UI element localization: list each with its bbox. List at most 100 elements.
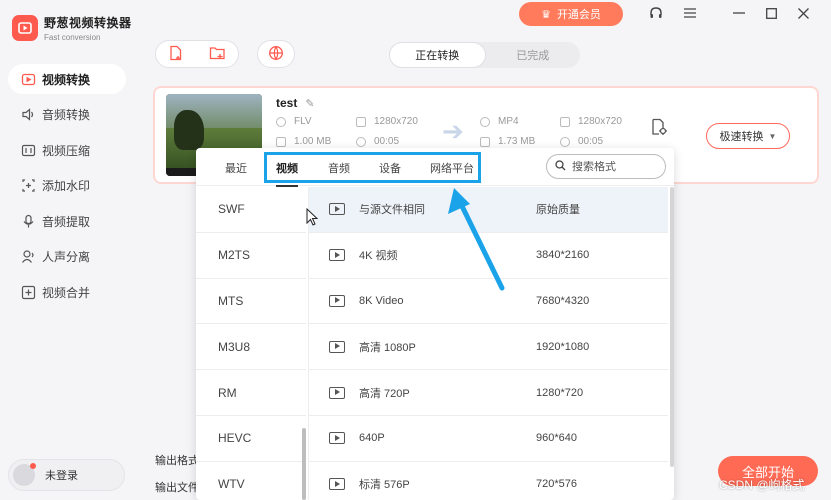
src-format-value: FLV xyxy=(294,116,312,127)
login-label: 未登录 xyxy=(45,470,78,482)
add-folder-icon[interactable] xyxy=(209,45,226,64)
format-icon xyxy=(480,116,490,127)
headset-icon[interactable] xyxy=(647,4,665,22)
sidebar-item-audio-convert[interactable]: 音频转换 xyxy=(8,100,126,130)
resolution-quality: 1920*1080 xyxy=(536,340,590,353)
minimize-icon[interactable] xyxy=(730,4,748,22)
add-files-group xyxy=(155,40,239,68)
close-icon[interactable] xyxy=(794,4,812,22)
sidebar-item-video-compress[interactable]: 视频压缩 xyxy=(8,135,126,165)
resolution-quality: 1280*720 xyxy=(536,386,584,399)
format-list: SWF M2TS MTS M3U8 RM HEVC WTV xyxy=(196,187,306,500)
video-file-icon xyxy=(329,432,345,445)
format-tabs: 最近 视频 音频 设备 网络平台 xyxy=(196,148,674,187)
annotation-arrow-icon xyxy=(448,188,505,291)
tabs-highlight-box xyxy=(264,152,481,183)
convert-arrow-icon: ➔ xyxy=(442,116,464,146)
resolution-quality: 720*576 xyxy=(536,478,577,491)
vip-button[interactable]: ♛ 开通会员 xyxy=(519,2,623,26)
maximize-icon[interactable] xyxy=(762,4,780,22)
resolution-name: 640P xyxy=(359,432,385,445)
task-name: test ✎ xyxy=(276,96,315,110)
src-resolution-value: 1280x720 xyxy=(374,116,418,127)
app-logo-icon xyxy=(12,15,38,41)
resolution-item[interactable]: 高清 720P 1280*720 xyxy=(309,370,668,416)
resolution-icon xyxy=(356,116,366,127)
sidebar-item-audio-extract[interactable]: 音频提取 xyxy=(8,206,126,236)
dst-format-value: MP4 xyxy=(498,116,519,127)
sidebar-nav: 视频转换 音频转换 视频压缩 添加水印 音频提取 人声分离 视频合并 xyxy=(8,64,126,313)
format-icon xyxy=(276,116,286,127)
audio-extract-icon xyxy=(20,213,36,229)
resolution-icon xyxy=(560,116,570,127)
video-file-icon xyxy=(329,386,345,399)
file-size-icon xyxy=(276,136,286,147)
resolution-quality: 7680*4320 xyxy=(536,294,590,307)
watermark-icon xyxy=(20,178,36,194)
sidebar-item-label: 音频转换 xyxy=(42,108,91,122)
sidebar-item-label: 人声分离 xyxy=(42,250,91,264)
output-settings-icon[interactable] xyxy=(650,118,668,136)
edit-icon[interactable]: ✎ xyxy=(305,97,314,110)
web-download-button[interactable] xyxy=(257,40,295,68)
resolution-quality: 960*640 xyxy=(536,432,577,445)
format-popup: 最近 视频 音频 设备 网络平台 SWF M2TS MTS M3U8 RM HE… xyxy=(196,148,674,500)
speed-mode-dropdown[interactable]: 极速转换 ▼ xyxy=(706,123,790,149)
app-title: 野葱视频转换器 xyxy=(44,16,132,30)
format-list-scrollbar[interactable] xyxy=(302,428,306,500)
mouse-cursor-icon xyxy=(306,208,318,226)
app-subtitle: Fast conversion xyxy=(44,33,101,42)
format-item[interactable]: MTS xyxy=(196,279,306,325)
resolution-name: 标清 576P xyxy=(359,479,410,492)
src-size: 1.00 MB xyxy=(276,136,331,147)
format-item[interactable]: WTV xyxy=(196,462,306,500)
globe-icon xyxy=(268,45,284,64)
dst-size-value: 1.73 MB xyxy=(498,136,536,147)
video-merge-icon xyxy=(20,284,36,300)
tab-recent[interactable]: 最近 xyxy=(225,160,247,176)
sidebar-item-voice-separate[interactable]: 人声分离 xyxy=(8,242,126,272)
format-item[interactable]: SWF xyxy=(196,187,306,233)
dst-resolution-value: 1280x720 xyxy=(578,116,622,127)
video-compress-icon xyxy=(20,142,36,158)
tab-done[interactable]: 已完成 xyxy=(486,42,581,68)
csdn-watermark: CSDN @岣格式 xyxy=(719,478,805,492)
status-segment: 正在转换 已完成 xyxy=(389,42,580,68)
menu-icon[interactable] xyxy=(681,4,699,22)
resolution-quality: 原始质量 xyxy=(536,204,580,217)
resolution-item[interactable]: 640P 960*640 xyxy=(309,416,668,462)
tab-converting[interactable]: 正在转换 xyxy=(389,42,486,68)
resolution-list-scrollbar[interactable] xyxy=(670,187,674,467)
file-size-icon xyxy=(480,136,490,147)
avatar xyxy=(13,463,36,486)
format-item[interactable]: M2TS xyxy=(196,233,306,279)
sidebar-item-label: 视频转换 xyxy=(42,72,91,87)
app-logo: 野葱视频转换器 Fast conversion xyxy=(12,14,132,42)
clock-icon xyxy=(356,136,366,147)
format-item[interactable]: RM xyxy=(196,370,306,416)
login-button[interactable]: 未登录 xyxy=(8,459,125,491)
src-duration: 00:05 xyxy=(356,136,399,147)
crown-icon: ♛ xyxy=(541,8,551,21)
speed-mode-label: 极速转换 xyxy=(719,131,764,143)
sidebar-item-video-merge[interactable]: 视频合并 xyxy=(8,277,126,307)
src-size-value: 1.00 MB xyxy=(294,136,332,147)
video-file-icon xyxy=(329,340,345,353)
sidebar-item-watermark[interactable]: 添加水印 xyxy=(8,171,126,201)
resolution-item[interactable]: 高清 1080P 1920*1080 xyxy=(309,324,668,371)
vip-label: 开通会员 xyxy=(556,9,601,21)
format-search-input[interactable] xyxy=(572,160,656,173)
search-icon xyxy=(555,159,566,174)
resolution-item[interactable]: 标清 576P 720*576 xyxy=(309,462,668,500)
format-item[interactable]: HEVC xyxy=(196,416,306,462)
resolution-name: 8K Video xyxy=(359,294,404,307)
caret-down-icon: ▼ xyxy=(768,131,777,141)
format-item[interactable]: M3U8 xyxy=(196,324,306,371)
sidebar-item-label: 音频提取 xyxy=(42,214,91,229)
sidebar-item-video-convert[interactable]: 视频转换 xyxy=(8,64,126,94)
sidebar: 野葱视频转换器 Fast conversion 视频转换 音频转换 视频压缩 添… xyxy=(0,0,136,500)
audio-convert-icon xyxy=(20,107,36,123)
add-file-icon[interactable] xyxy=(168,45,184,64)
voice-separate-icon xyxy=(20,249,36,265)
dst-duration-value: 00:05 xyxy=(578,136,604,147)
